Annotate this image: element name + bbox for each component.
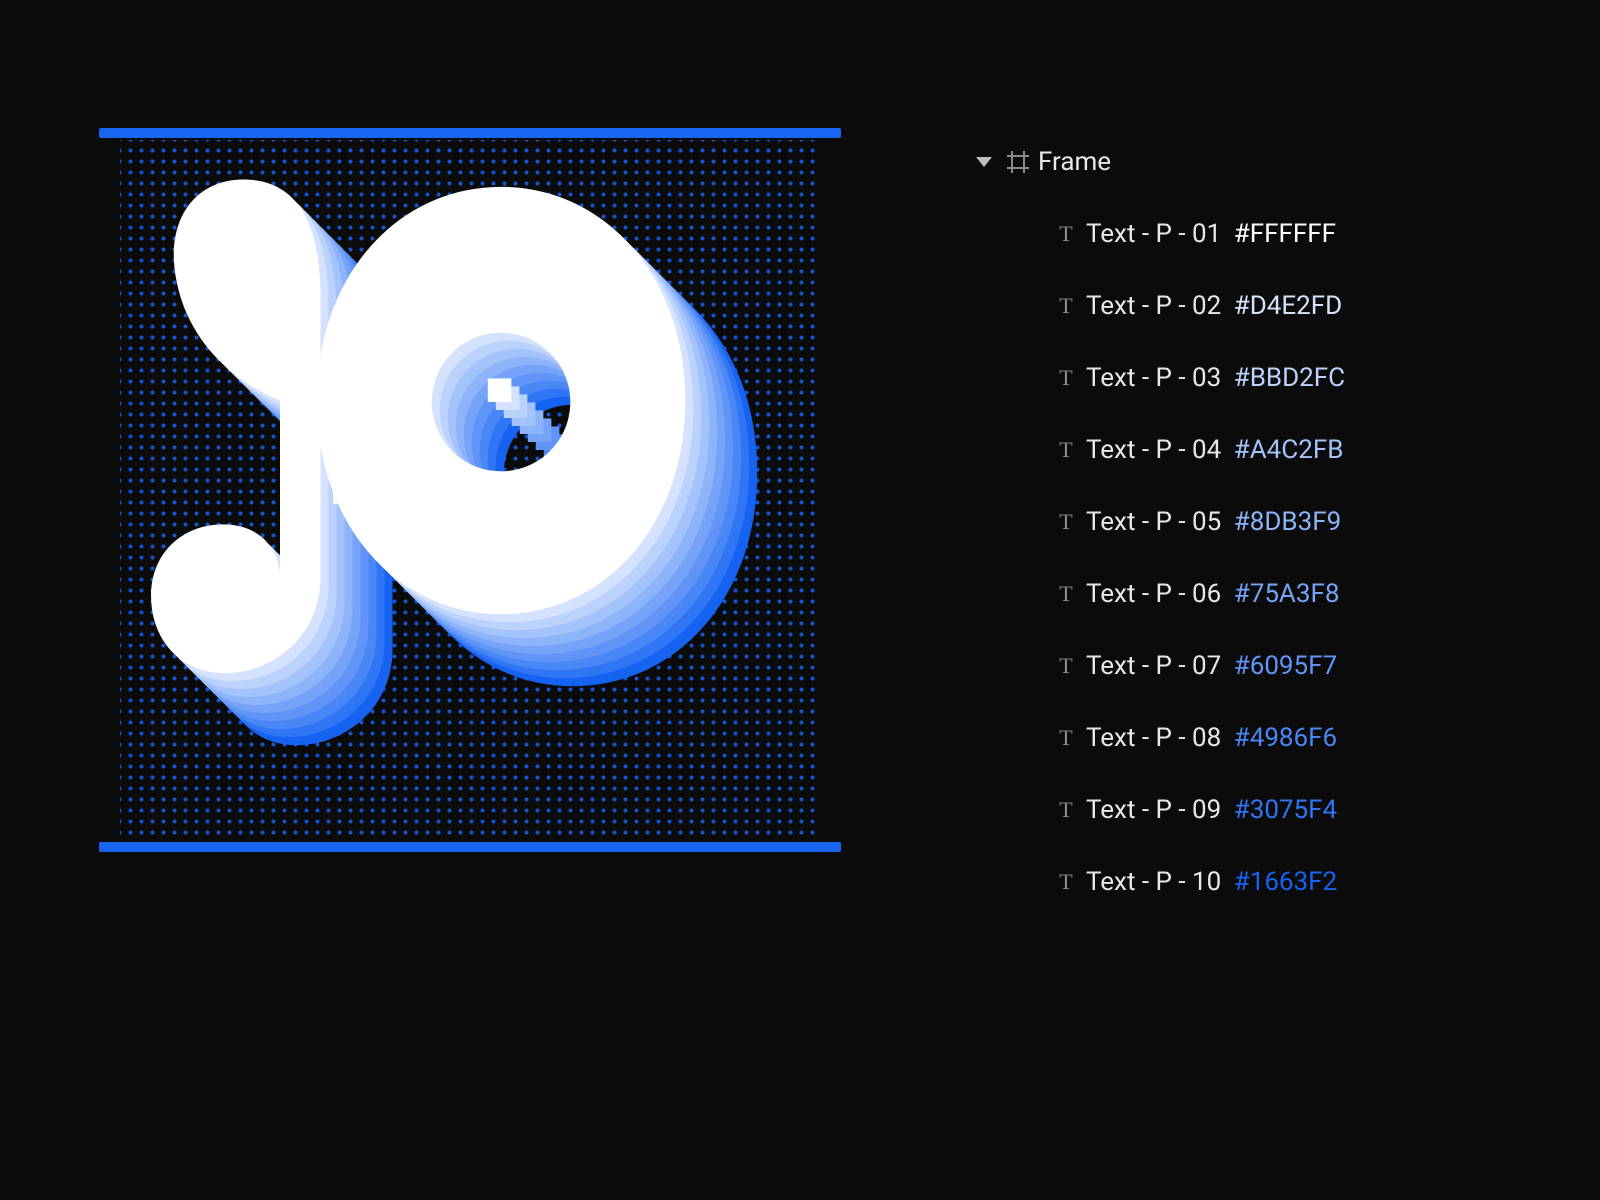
layer-hex: #75A3F8: [1234, 581, 1340, 607]
layer-name: Text - P - 01: [1086, 221, 1228, 247]
layer-name: Text - P - 03: [1086, 365, 1228, 391]
layers-panel: Frame T Text - P - 01 #FFFFFF T Text - P - …: [970, 140, 1530, 932]
layer-hex: #8DB3F9: [1234, 509, 1341, 535]
layer-row-text-08[interactable]: T Text - P - 08 #4986F6: [970, 716, 1530, 760]
layer-hex: #1663F2: [1234, 869, 1337, 895]
layer-row-text-06[interactable]: T Text - P - 06 #75A3F8: [970, 572, 1530, 616]
text-icon: T: [1059, 655, 1072, 677]
text-icon: T: [1059, 799, 1072, 821]
layer-row-text-02[interactable]: T Text - P - 02 #D4E2FD: [970, 284, 1530, 328]
text-icon: T: [1059, 583, 1072, 605]
text-icon: T: [1059, 727, 1072, 749]
text-icon: T: [1059, 223, 1072, 245]
layer-row-frame[interactable]: Frame: [970, 140, 1530, 184]
layer-hex: #A4C2FB: [1234, 437, 1344, 463]
layer-name: Text - P - 05: [1086, 509, 1228, 535]
layer-row-text-03[interactable]: T Text - P - 03 #BBD2FC: [970, 356, 1530, 400]
layer-name: Text - P - 07: [1086, 653, 1228, 679]
text-icon: T: [1059, 439, 1072, 461]
text-icon: T: [1059, 367, 1072, 389]
layer-name: Text - P - 08: [1086, 725, 1228, 751]
chevron-down-icon: [976, 157, 992, 167]
layer-row-text-10[interactable]: T Text - P - 10 #1663F2: [970, 860, 1530, 904]
layer-row-text-09[interactable]: T Text - P - 09 #3075F4: [970, 788, 1530, 832]
layer-hex: #6095F7: [1234, 653, 1337, 679]
frame-icon: [998, 151, 1038, 173]
layer-row-text-07[interactable]: T Text - P - 07 #6095F7: [970, 644, 1530, 688]
glyph-layer-01: [140, 150, 680, 714]
text-icon: T: [1059, 871, 1072, 893]
layer-name: Text - P - 10: [1086, 869, 1228, 895]
layer-hex: #3075F4: [1234, 797, 1337, 823]
layer-name: Text - P - 09: [1086, 797, 1228, 823]
selection-edge-top: [105, 128, 835, 138]
text-icon: T: [1059, 295, 1072, 317]
canvas-selected-frame[interactable]: [120, 140, 820, 840]
selection-edge-bottom: [105, 842, 835, 852]
layer-row-text-04[interactable]: T Text - P - 04 #A4C2FB: [970, 428, 1530, 472]
layer-row-text-05[interactable]: T Text - P - 05 #8DB3F9: [970, 500, 1530, 544]
layer-name: Text - P - 02: [1086, 293, 1228, 319]
expand-toggle[interactable]: [970, 157, 998, 167]
layer-row-text-01[interactable]: T Text - P - 01 #FFFFFF: [970, 212, 1530, 256]
layer-name: Text - P - 04: [1086, 437, 1228, 463]
layer-hex: #D4E2FD: [1234, 293, 1343, 319]
frame-name: Frame: [1038, 149, 1111, 175]
layer-hex: #BBD2FC: [1234, 365, 1345, 391]
layer-name: Text - P - 06: [1086, 581, 1228, 607]
layer-hex: #4986F6: [1234, 725, 1337, 751]
layer-hex: #FFFFFF: [1234, 221, 1336, 247]
text-icon: T: [1059, 511, 1072, 533]
